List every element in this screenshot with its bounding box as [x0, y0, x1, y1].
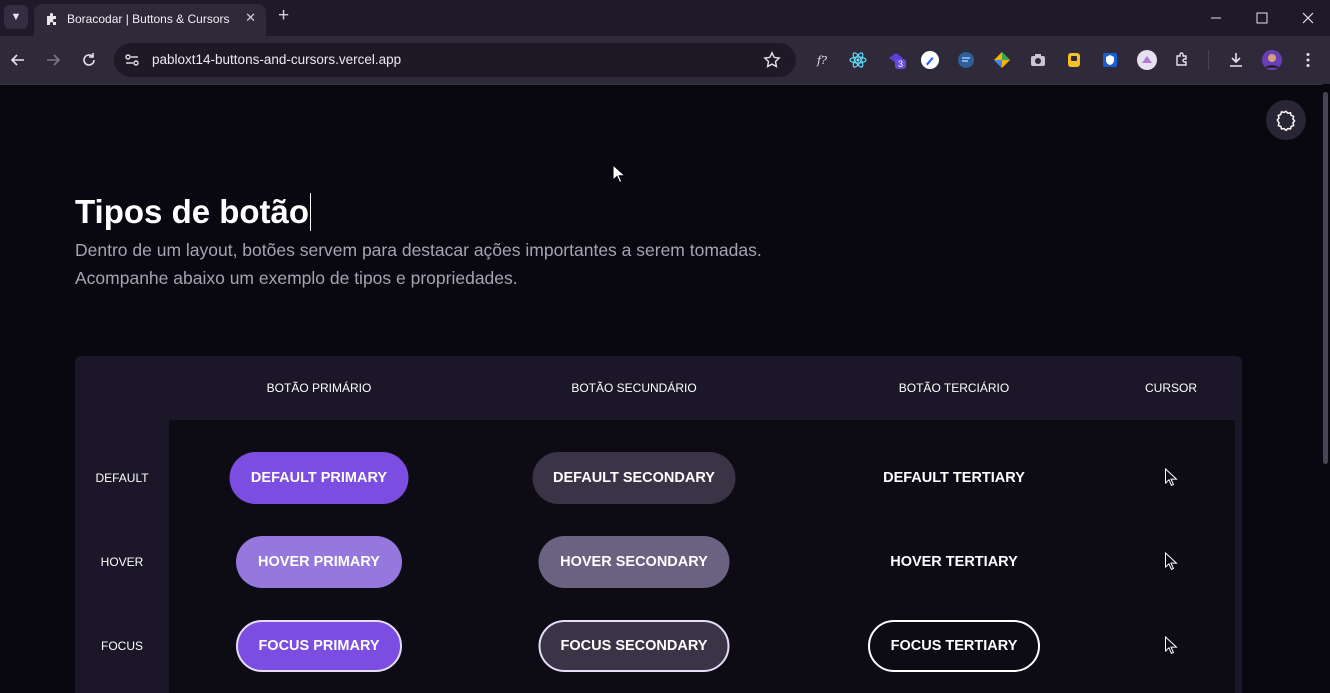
puzzle-favicon-icon	[47, 13, 56, 25]
row-header-default: Default	[95, 471, 149, 485]
notes-extension-icon[interactable]	[956, 50, 976, 70]
avatar-extension-icon[interactable]	[1136, 49, 1158, 71]
hover-tertiary-button[interactable]: Hover Tertiary	[874, 536, 1034, 588]
pointer-icon	[1165, 468, 1178, 487]
url-text: pabloxt14-buttons-and-cursors.vercel.app	[152, 52, 402, 67]
color-diamond-extension-icon[interactable]	[992, 50, 1012, 70]
react-devtools-icon[interactable]	[848, 50, 868, 70]
page-description: Dentro de um layout, botões servem para …	[75, 236, 835, 292]
reload-icon[interactable]	[79, 50, 99, 70]
camera-extension-icon[interactable]	[1028, 50, 1048, 70]
row-header-hover: Hover	[100, 555, 144, 569]
address-bar[interactable]: pabloxt14-buttons-and-cursors.vercel.app	[114, 43, 796, 77]
download-icon[interactable]	[1226, 50, 1246, 70]
description-line-2: Acompanhe abaixo um exemplo de tipos e p…	[75, 268, 518, 288]
focus-primary-button[interactable]: Focus Primary	[236, 620, 402, 672]
page-title: Tipos de botão	[75, 190, 312, 234]
column-header-primary: Botão primário	[266, 381, 372, 395]
description-line-1: Dentro de um layout, botões servem para …	[75, 240, 762, 260]
browser-menu-dots-icon[interactable]	[1298, 50, 1318, 70]
mouse-pointer-icon	[612, 164, 626, 184]
extensions-puzzle-icon[interactable]	[1173, 50, 1193, 70]
column-header-cursor: Cursor	[1144, 381, 1198, 395]
table-body: Default Primary Default Secondary Defaul…	[169, 420, 1235, 693]
browser-tab-active[interactable]: Boracodar | Buttons & Cursors ✕	[34, 4, 266, 36]
hover-primary-button[interactable]: Hover Primary	[236, 536, 402, 588]
page-title-text: Tipos de botão	[75, 193, 310, 230]
gear-icon	[1276, 110, 1296, 131]
back-arrow-icon[interactable]	[8, 50, 28, 70]
settings-button[interactable]	[1266, 100, 1306, 140]
window-close-icon[interactable]	[1298, 8, 1318, 28]
default-tertiary-button[interactable]: Default Tertiary	[868, 452, 1040, 504]
profile-avatar-icon[interactable]	[1261, 49, 1283, 71]
text-caret	[310, 193, 312, 231]
column-header-tertiary: Botão terciário	[898, 381, 1010, 395]
default-primary-button[interactable]: Default Primary	[229, 452, 409, 504]
page-scrollbar-thumb[interactable]	[1323, 92, 1328, 464]
hover-secondary-button[interactable]: Hover Secondary	[538, 536, 730, 588]
toolbar-divider	[1208, 50, 1209, 70]
fx-extension-icon[interactable]: f?	[812, 50, 832, 70]
focus-tertiary-button[interactable]: Focus Tertiary	[868, 620, 1040, 672]
browser-toolbar: pabloxt14-buttons-and-cursors.vercel.app…	[0, 36, 1330, 85]
pointer-icon	[1165, 636, 1178, 655]
tab-search-chevron-icon[interactable]: ▼	[4, 5, 28, 29]
forward-arrow-icon[interactable]	[43, 50, 63, 70]
tab-title: Boracodar | Buttons & Cursors	[67, 12, 230, 26]
extension-badge: 3	[895, 59, 907, 69]
page-scrollbar-track[interactable]	[1322, 84, 1330, 693]
pointer-icon	[1165, 552, 1178, 571]
yellow-extension-icon[interactable]	[1064, 50, 1084, 70]
window-minimize-icon[interactable]	[1206, 8, 1226, 28]
column-header-secondary: Botão secundário	[571, 381, 697, 395]
tab-close-icon[interactable]: ✕	[245, 10, 256, 26]
star-icon[interactable]	[762, 50, 782, 70]
default-secondary-button[interactable]: Default Secondary	[532, 452, 736, 504]
window-maximize-icon[interactable]	[1252, 8, 1272, 28]
shield-extension-icon[interactable]	[1100, 50, 1120, 70]
button-types-table: Botão primário Botão secundário Botão te…	[75, 356, 1242, 693]
new-tab-plus-icon[interactable]: +	[278, 6, 289, 26]
browser-tab-bar: ▼ Boracodar | Buttons & Cursors ✕ +	[0, 0, 1330, 36]
pen-extension-icon[interactable]	[920, 50, 940, 70]
tune-icon[interactable]	[122, 50, 142, 70]
extension-with-badge-icon[interactable]: 3	[884, 50, 908, 70]
focus-secondary-button[interactable]: Focus Secondary	[538, 620, 730, 672]
row-header-focus: Focus	[101, 639, 143, 653]
